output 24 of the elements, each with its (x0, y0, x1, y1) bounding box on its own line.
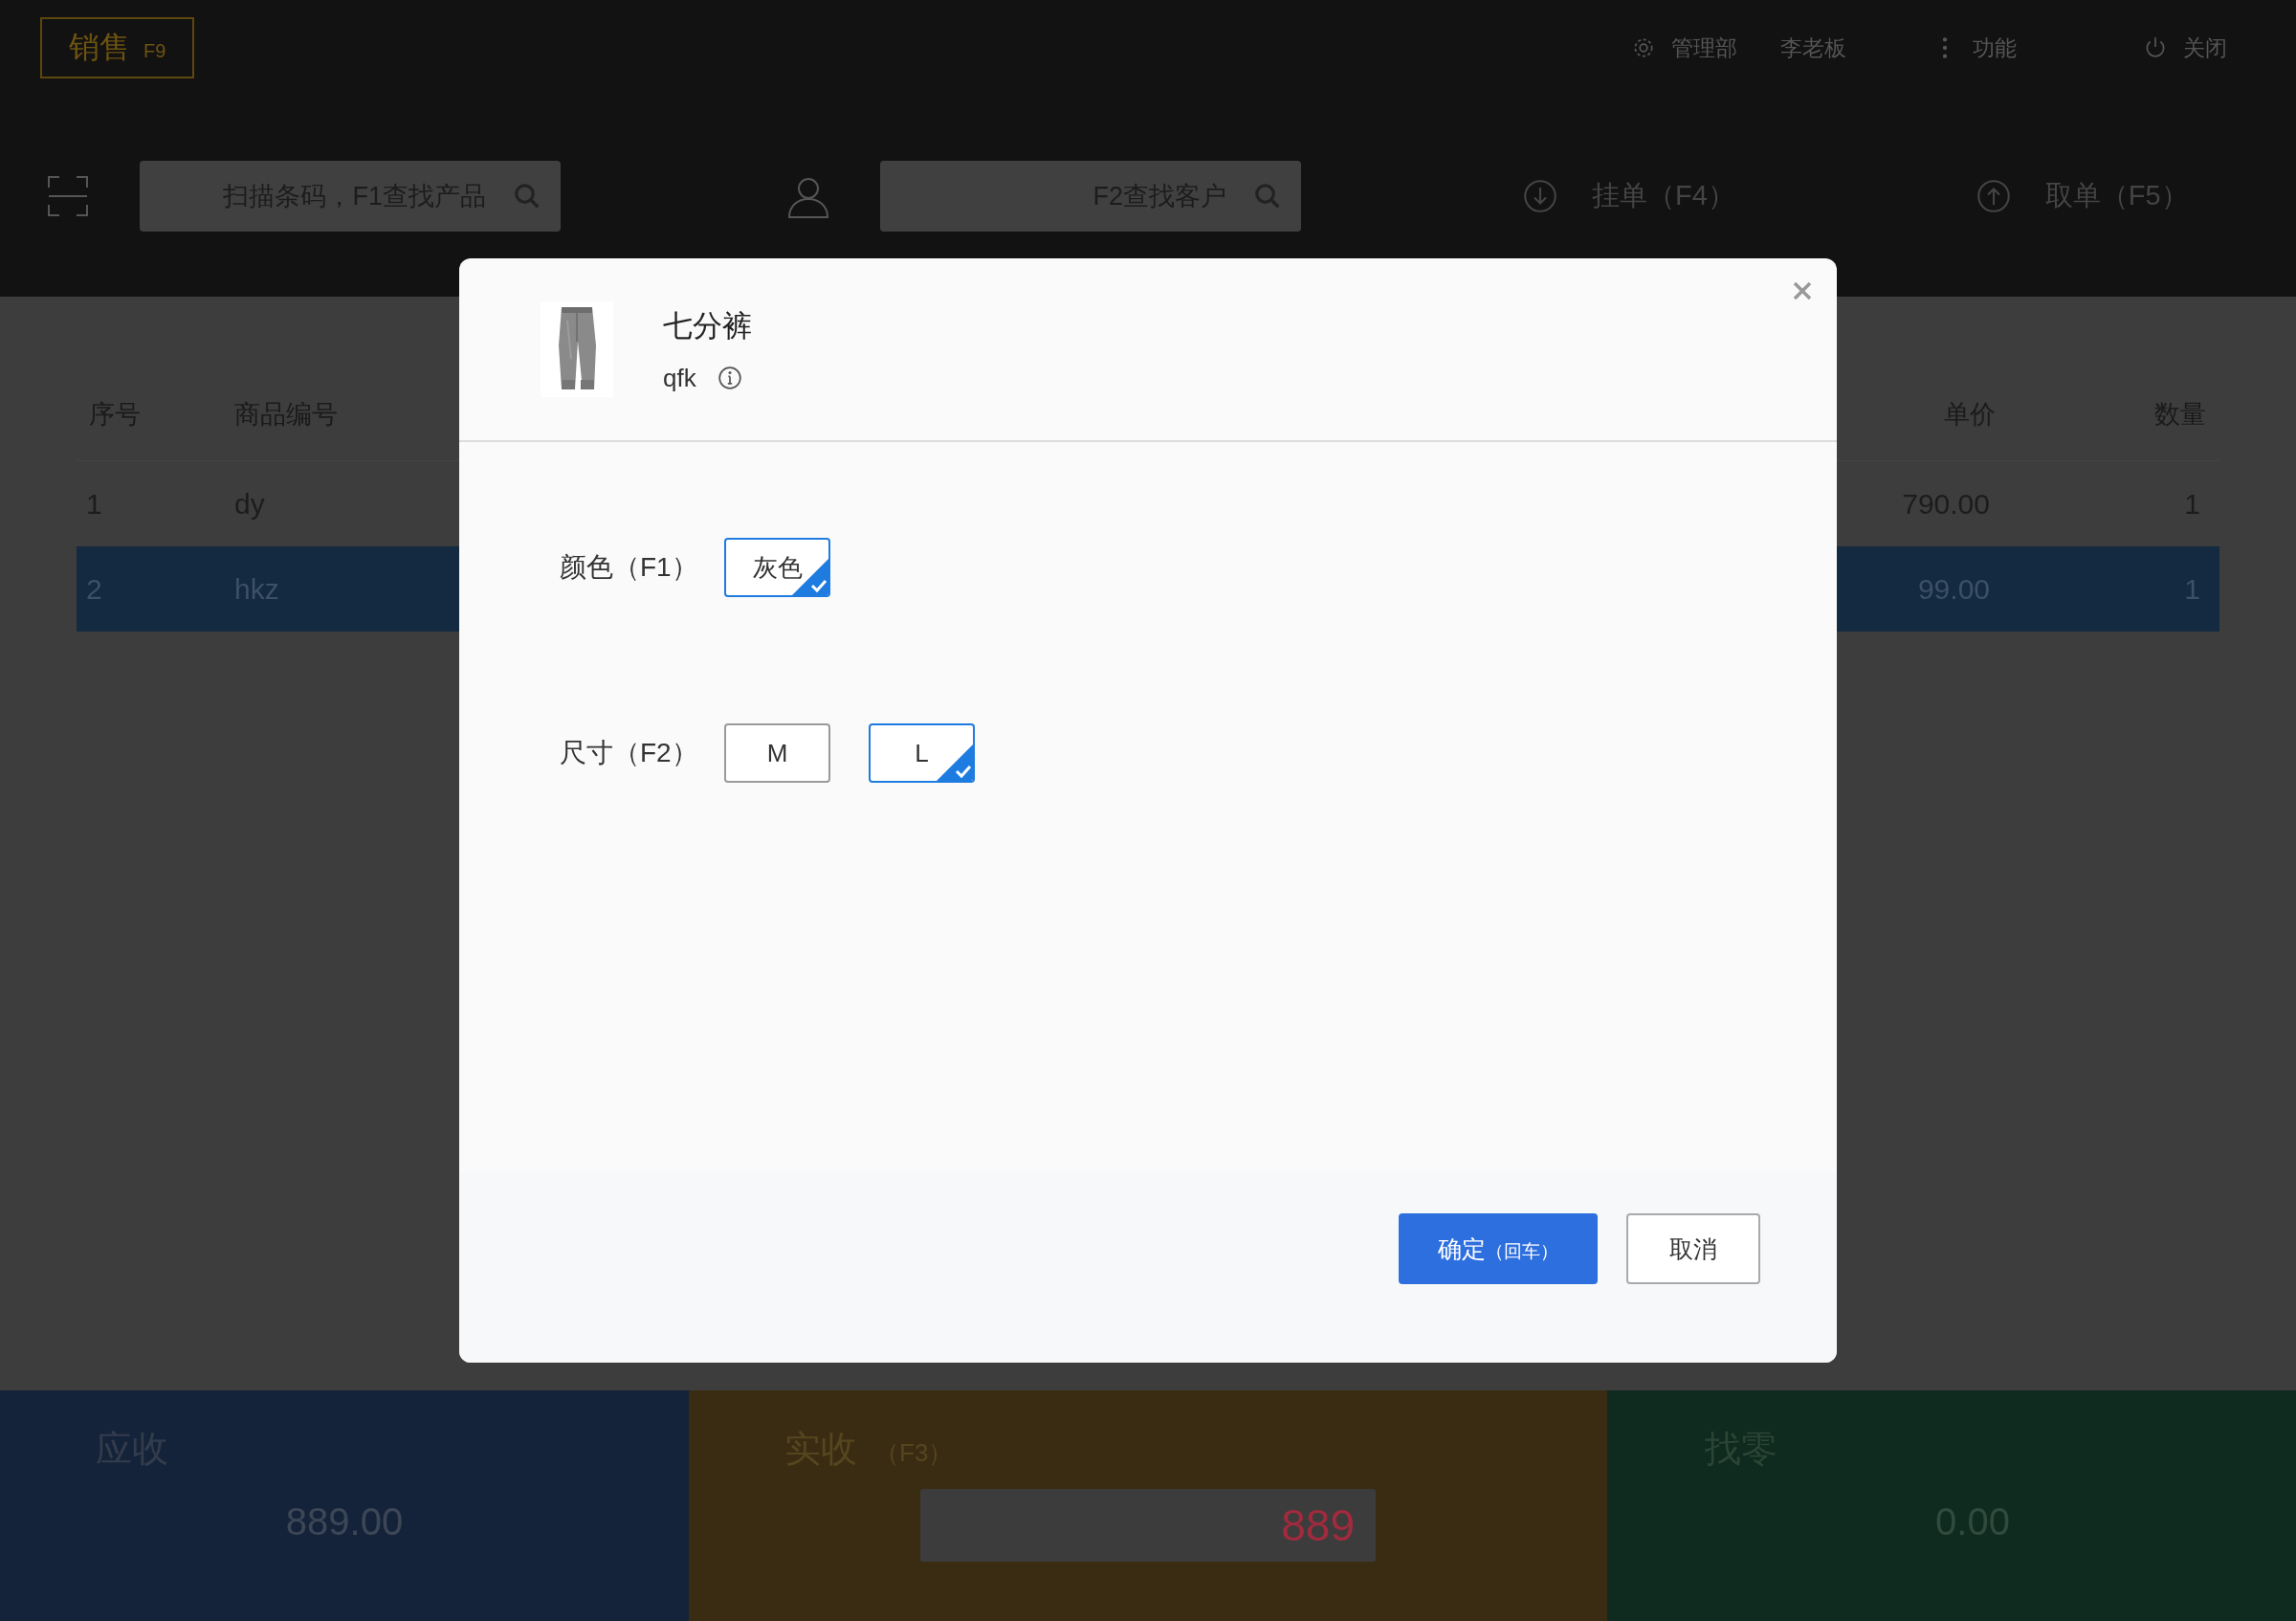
menu-label[interactable]: 李老板 (1780, 33, 1846, 63)
app-badge[interactable]: 销售 F9 (40, 17, 195, 78)
check-corner-icon (936, 744, 973, 781)
cancel-button[interactable]: 取消 (1626, 1213, 1760, 1284)
menu-label[interactable]: 管理部 (1671, 33, 1737, 63)
arrow-down-circle-icon (1523, 179, 1557, 213)
option-chip[interactable]: 灰色 (724, 538, 830, 597)
amount-input[interactable]: 889 (920, 1489, 1376, 1562)
close-icon (1791, 279, 1814, 302)
product-name: 七分裤 (663, 307, 752, 344)
search-icon (513, 182, 541, 211)
confirm-button[interactable]: 确定（回车） (1399, 1213, 1598, 1284)
option-chip[interactable]: M (724, 723, 830, 783)
arrow-up-circle-icon (1976, 179, 2011, 213)
option-chip[interactable]: L (869, 723, 975, 783)
scan-frame-icon[interactable] (48, 176, 88, 216)
option-label: 颜色（F1） (560, 551, 699, 584)
option-label: 尺寸（F2） (560, 737, 699, 769)
product-code: qfk (663, 363, 696, 393)
info-icon[interactable] (717, 366, 742, 390)
menu-label[interactable]: 功能 (1973, 33, 2017, 63)
search-icon (1253, 182, 1282, 211)
menu-label[interactable]: 关闭 (2183, 33, 2227, 63)
close-button[interactable] (1791, 279, 1814, 302)
